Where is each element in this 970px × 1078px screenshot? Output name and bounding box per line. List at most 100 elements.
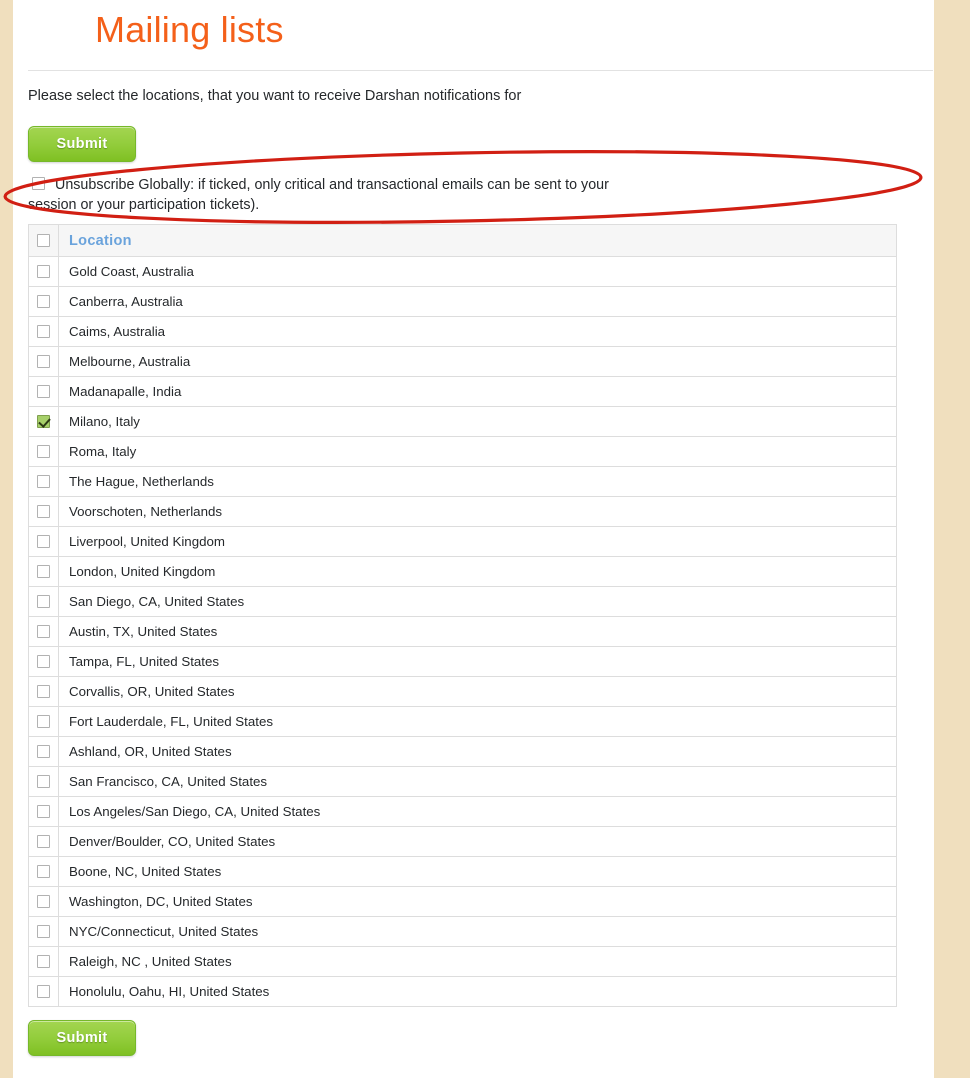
locations-table: Location Gold Coast, Australia Canberra, …: [28, 224, 897, 1007]
table-row[interactable]: Boone, NC, United States: [28, 856, 897, 887]
location-checkbox[interactable]: [37, 564, 50, 578]
table-row[interactable]: Caims, Australia: [28, 316, 897, 347]
unsubscribe-globally-label-line1: Unsubscribe Globally: if ticked, only cr…: [55, 177, 609, 193]
location-checkbox[interactable]: [37, 894, 50, 908]
table-row[interactable]: Melbourne, Australia: [28, 346, 897, 377]
select-all-header-cell: [28, 224, 59, 257]
location-checkbox[interactable]: [37, 354, 50, 368]
location-label: Voorschoten, Netherlands: [58, 496, 897, 527]
location-label: Liverpool, United Kingdom: [58, 526, 897, 557]
title-divider: [28, 70, 933, 71]
table-row[interactable]: London, United Kingdom: [28, 556, 897, 587]
row-checkbox-cell: [28, 856, 59, 887]
row-checkbox-cell: [28, 766, 59, 797]
location-label: San Francisco, CA, United States: [58, 766, 897, 797]
location-label: Denver/Boulder, CO, United States: [58, 826, 897, 857]
location-checkbox[interactable]: [37, 684, 50, 698]
table-row[interactable]: NYC/Connecticut, United States: [28, 916, 897, 947]
submit-button-top[interactable]: Submit: [28, 126, 136, 162]
location-label: Milano, Italy: [58, 406, 897, 437]
row-checkbox-cell: [28, 796, 59, 827]
location-checkbox[interactable]: [37, 774, 50, 788]
row-checkbox-cell: [28, 436, 59, 467]
row-checkbox-cell: [28, 946, 59, 977]
table-row[interactable]: Washington, DC, United States: [28, 886, 897, 917]
locations-table-head: Location: [28, 224, 897, 257]
location-label: San Diego, CA, United States: [58, 586, 897, 617]
location-checkbox[interactable]: [37, 504, 50, 518]
table-row[interactable]: Milano, Italy: [28, 406, 897, 437]
location-checkbox[interactable]: [37, 444, 50, 458]
row-checkbox-cell: [28, 616, 59, 647]
table-row[interactable]: San Francisco, CA, United States: [28, 766, 897, 797]
location-checkbox[interactable]: [37, 804, 50, 818]
location-checkbox[interactable]: [37, 864, 50, 878]
table-row[interactable]: Honolulu, Oahu, HI, United States: [28, 976, 897, 1007]
location-checkbox[interactable]: [37, 834, 50, 848]
table-row[interactable]: Canberra, Australia: [28, 286, 897, 317]
row-checkbox-cell: [28, 376, 59, 407]
location-checkbox[interactable]: [37, 924, 50, 938]
table-row[interactable]: Los Angeles/San Diego, CA, United States: [28, 796, 897, 827]
page-gutter-right: [934, 0, 970, 1078]
location-label: Melbourne, Australia: [58, 346, 897, 377]
select-all-checkbox[interactable]: [37, 233, 50, 247]
location-label: London, United Kingdom: [58, 556, 897, 587]
table-row[interactable]: Fort Lauderdale, FL, United States: [28, 706, 897, 737]
table-row[interactable]: Roma, Italy: [28, 436, 897, 467]
table-row[interactable]: Denver/Boulder, CO, United States: [28, 826, 897, 857]
location-checkbox[interactable]: [37, 594, 50, 608]
unsubscribe-globally-label-line2: session or your participation tickets).: [28, 197, 260, 213]
row-checkbox-cell: [28, 646, 59, 677]
location-checkbox[interactable]: [37, 744, 50, 758]
row-checkbox-cell: [28, 586, 59, 617]
intro-text: Please select the locations, that you wa…: [28, 88, 522, 104]
location-checkbox[interactable]: [37, 414, 50, 428]
location-checkbox[interactable]: [37, 714, 50, 728]
table-row[interactable]: San Diego, CA, United States: [28, 586, 897, 617]
location-checkbox[interactable]: [37, 624, 50, 638]
row-checkbox-cell: [28, 466, 59, 497]
location-checkbox[interactable]: [37, 984, 50, 998]
location-label: Tampa, FL, United States: [58, 646, 897, 677]
submit-button-bottom[interactable]: Submit: [28, 1020, 136, 1056]
table-row[interactable]: Corvallis, OR, United States: [28, 676, 897, 707]
row-checkbox-cell: [28, 316, 59, 347]
table-row[interactable]: Liverpool, United Kingdom: [28, 526, 897, 557]
location-checkbox[interactable]: [37, 264, 50, 278]
row-checkbox-cell: [28, 976, 59, 1007]
location-checkbox[interactable]: [37, 534, 50, 548]
table-row[interactable]: Voorschoten, Netherlands: [28, 496, 897, 527]
location-checkbox[interactable]: [37, 474, 50, 488]
row-checkbox-cell: [28, 916, 59, 947]
location-label: Roma, Italy: [58, 436, 897, 467]
location-label: The Hague, Netherlands: [58, 466, 897, 497]
table-row[interactable]: Gold Coast, Australia: [28, 256, 897, 287]
table-row[interactable]: Tampa, FL, United States: [28, 646, 897, 677]
location-checkbox[interactable]: [37, 324, 50, 338]
table-row[interactable]: Austin, TX, United States: [28, 616, 897, 647]
location-label: Ashland, OR, United States: [58, 736, 897, 767]
row-checkbox-cell: [28, 736, 59, 767]
page-background: Mailing lists Please select the location…: [0, 0, 970, 1078]
row-checkbox-cell: [28, 526, 59, 557]
table-row[interactable]: The Hague, Netherlands: [28, 466, 897, 497]
unsubscribe-globally-checkbox[interactable]: [32, 177, 45, 190]
row-checkbox-cell: [28, 256, 59, 287]
table-row[interactable]: Ashland, OR, United States: [28, 736, 897, 767]
row-checkbox-cell: [28, 676, 59, 707]
location-checkbox[interactable]: [37, 954, 50, 968]
location-checkbox[interactable]: [37, 294, 50, 308]
location-checkbox[interactable]: [37, 384, 50, 398]
location-checkbox[interactable]: [37, 654, 50, 668]
row-checkbox-cell: [28, 706, 59, 737]
row-checkbox-cell: [28, 886, 59, 917]
table-row[interactable]: Raleigh, NC , United States: [28, 946, 897, 977]
row-checkbox-cell: [28, 346, 59, 377]
location-label: Honolulu, Oahu, HI, United States: [58, 976, 897, 1007]
table-row[interactable]: Madanapalle, India: [28, 376, 897, 407]
column-header-location[interactable]: Location: [58, 224, 897, 257]
location-label: Raleigh, NC , United States: [58, 946, 897, 977]
unsubscribe-globally-row: Unsubscribe Globally: if ticked, only cr…: [28, 175, 918, 213]
row-checkbox-cell: [28, 496, 59, 527]
